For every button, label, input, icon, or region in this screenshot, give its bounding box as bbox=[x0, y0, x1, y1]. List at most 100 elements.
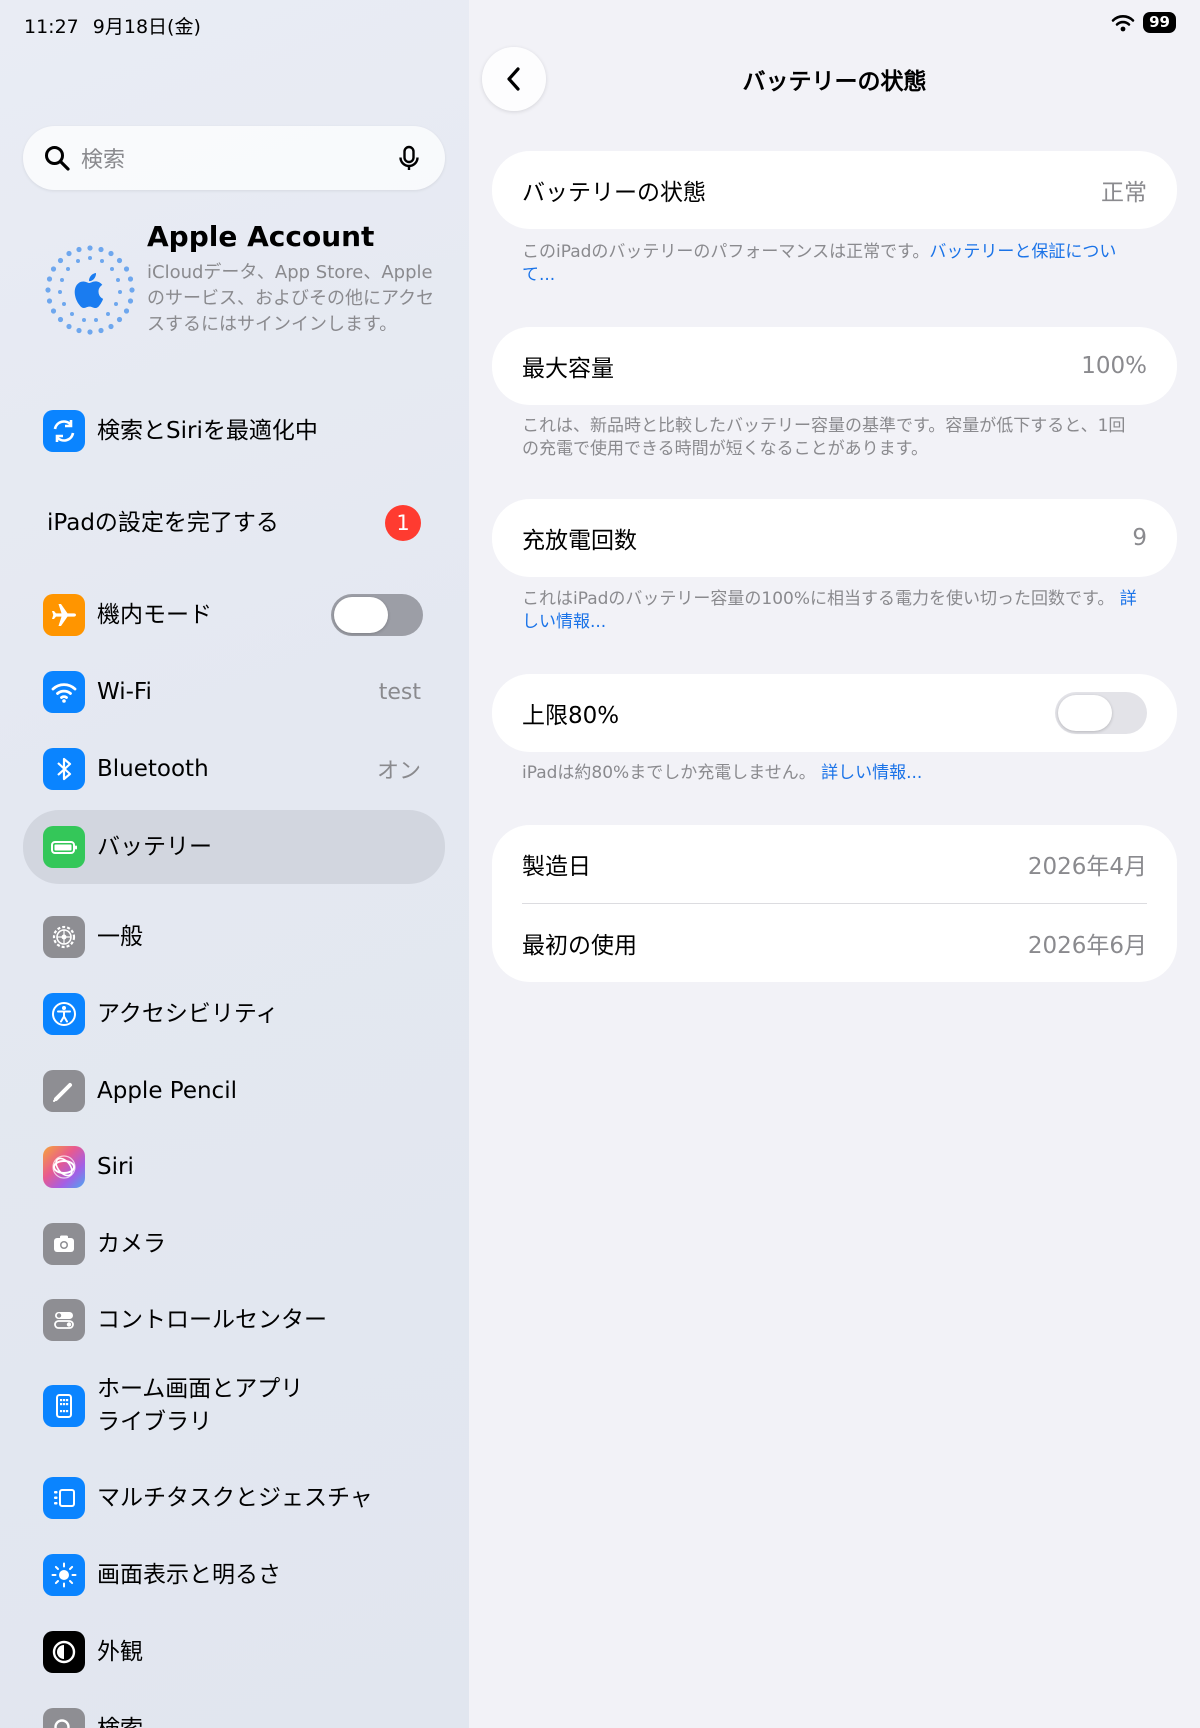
toggle-knob bbox=[334, 597, 388, 633]
charge-limit-label: 上限80% bbox=[522, 703, 620, 729]
sidebar-item-label-line1: ホーム画面とアプリ bbox=[97, 1376, 304, 1402]
max-capacity-card: 最大容量 100% bbox=[492, 327, 1177, 405]
appearance-icon bbox=[43, 1631, 85, 1673]
sidebar-item-label: Apple Pencil bbox=[97, 1078, 237, 1104]
microphone-icon[interactable] bbox=[395, 144, 423, 172]
pencil-icon bbox=[43, 1070, 85, 1112]
bluetooth-status-value: オン bbox=[376, 759, 421, 784]
control-center-icon bbox=[43, 1299, 85, 1341]
max-capacity-value: 100% bbox=[1081, 353, 1147, 379]
battery-health-footer: このiPadのバッテリーのパフォーマンスは正常です。バッテリーと保証について..… bbox=[522, 241, 1142, 287]
cycle-count-value: 9 bbox=[1132, 525, 1147, 551]
search-icon bbox=[43, 1708, 85, 1728]
sidebar-item-label: 一般 bbox=[97, 924, 143, 950]
sidebar-item-siri[interactable]: Siri bbox=[23, 1132, 445, 1202]
sidebar-item-display-brightness[interactable]: 画面表示と明るさ bbox=[23, 1540, 445, 1610]
sidebar-item-siri-optimize[interactable]: 検索とSiriを最適化中 bbox=[23, 396, 445, 466]
sidebar-item-label: バッテリー bbox=[97, 834, 212, 860]
charge-limit-toggle[interactable] bbox=[1055, 692, 1147, 734]
manufacture-date-label: 製造日 bbox=[522, 854, 591, 880]
battery-health-label: バッテリーの状態 bbox=[522, 180, 706, 206]
sidebar-item-label: 機内モード bbox=[97, 602, 212, 628]
gear-icon bbox=[43, 916, 85, 958]
notification-badge: 1 bbox=[385, 505, 421, 541]
charge-limit-learn-more-link[interactable]: 詳しい情報... bbox=[821, 763, 922, 783]
wifi-icon bbox=[1111, 14, 1135, 31]
sidebar-item-label: Bluetooth bbox=[97, 756, 209, 782]
brightness-icon bbox=[43, 1554, 85, 1596]
airplane-mode-toggle[interactable] bbox=[331, 594, 423, 636]
sidebar-item-label: Wi-Fi bbox=[97, 679, 152, 705]
sidebar-item-label: 外観 bbox=[97, 1639, 143, 1665]
sidebar-item-label: カメラ bbox=[97, 1231, 166, 1257]
sidebar-item-label: 検索とSiriを最適化中 bbox=[97, 418, 318, 444]
charge-limit-footer: iPadは約80%までしか充電しません。 詳しい情報... bbox=[522, 762, 1142, 785]
sidebar-item-multitasking[interactable]: マルチタスクとジェスチャ bbox=[23, 1463, 445, 1533]
search-bar[interactable]: 検索 bbox=[23, 126, 445, 190]
camera-icon bbox=[43, 1223, 85, 1265]
search-icon bbox=[45, 146, 70, 171]
max-capacity-label: 最大容量 bbox=[522, 356, 614, 382]
sidebar-item-bluetooth[interactable]: Bluetooth オン bbox=[23, 734, 445, 804]
accessibility-icon bbox=[43, 993, 85, 1035]
status-date: 9月18日(金) bbox=[92, 16, 201, 38]
search-input[interactable]: 検索 bbox=[81, 142, 395, 174]
cycle-count-footer-text: これはiPadのバッテリー容量の100%に相当する電力を使い切った回数です。 bbox=[522, 589, 1115, 609]
charge-limit-footer-text: iPadは約80%までしか充電しません。 bbox=[522, 763, 816, 783]
page-title: バッテリーの状態 bbox=[742, 69, 927, 95]
sidebar-item-search[interactable]: 検索 bbox=[23, 1694, 445, 1728]
battery-level: 99 bbox=[1143, 12, 1176, 33]
sidebar-item-battery[interactable]: バッテリー bbox=[23, 810, 445, 884]
status-time-date: 11:27 9月18日(金) bbox=[24, 12, 201, 39]
cycle-count-label: 充放電回数 bbox=[522, 528, 637, 554]
sidebar-item-label-line2: ライブラリ bbox=[97, 1409, 212, 1435]
manufacture-date-value: 2026年4月 bbox=[1027, 854, 1147, 880]
battery-health-card: バッテリーの状態 正常 bbox=[492, 151, 1177, 229]
first-use-value: 2026年6月 bbox=[1027, 933, 1147, 959]
status-time: 11:27 bbox=[24, 16, 79, 38]
battery-icon bbox=[43, 826, 85, 868]
multitasking-icon bbox=[43, 1477, 85, 1519]
sidebar-item-general[interactable]: 一般 bbox=[23, 902, 445, 972]
sidebar-item-airplane-mode[interactable]: 機内モード bbox=[23, 580, 445, 650]
max-capacity-row: 最大容量 100% bbox=[492, 327, 1177, 405]
sidebar-item-finish-setup[interactable]: iPadの設定を完了する 1 bbox=[23, 488, 445, 558]
account-name: Apple Account bbox=[147, 220, 375, 253]
sidebar-item-wifi[interactable]: Wi-Fi test bbox=[23, 657, 445, 727]
cycle-count-card: 充放電回数 9 bbox=[492, 499, 1177, 577]
cycle-count-footer: これはiPadのバッテリー容量の100%に相当する電力を使い切った回数です。 詳… bbox=[522, 588, 1142, 634]
apple-account-icon bbox=[45, 245, 135, 335]
sidebar-item-appearance[interactable]: 外観 bbox=[23, 1617, 445, 1687]
sidebar-item-label: Siri bbox=[97, 1154, 134, 1180]
sidebar-item-camera[interactable]: カメラ bbox=[23, 1209, 445, 1279]
sync-icon bbox=[43, 410, 85, 452]
sidebar-item-label: 画面表示と明るさ bbox=[97, 1562, 281, 1588]
sidebar-item-label: iPadの設定を完了する bbox=[47, 510, 279, 536]
status-indicators: 99 bbox=[1111, 12, 1176, 33]
battery-health-row: バッテリーの状態 正常 bbox=[492, 151, 1177, 229]
charge-limit-row: 上限80% bbox=[492, 674, 1177, 752]
battery-health-footer-text: このiPadのバッテリーのパフォーマンスは正常です。 bbox=[522, 242, 930, 262]
sidebar: 11:27 9月18日(金) 検索 Apple Account iCloudデー… bbox=[0, 0, 469, 1728]
toggle-knob bbox=[1058, 695, 1112, 731]
sidebar-item-accessibility[interactable]: アクセシビリティ bbox=[23, 979, 445, 1049]
airplane-icon bbox=[43, 594, 85, 636]
wifi-icon bbox=[43, 671, 85, 713]
sidebar-item-control-center[interactable]: コントロールセンター bbox=[23, 1285, 445, 1355]
wifi-network-value: test bbox=[378, 679, 421, 705]
charge-limit-card: 上限80% bbox=[492, 674, 1177, 752]
bluetooth-icon bbox=[43, 748, 85, 790]
sidebar-item-label: アクセシビリティ bbox=[97, 1001, 279, 1027]
battery-health-value: 正常 bbox=[1101, 180, 1147, 206]
apple-account[interactable]: Apple Account iCloudデータ、App Store、Appleの… bbox=[44, 220, 444, 370]
manufacture-date-row: 製造日 2026年4月 bbox=[492, 825, 1177, 903]
account-description: iCloudデータ、App Store、Appleのサービス、およびその他にアク… bbox=[147, 262, 435, 335]
sidebar-item-label: ホーム画面とアプリ ライブラリ bbox=[97, 1373, 445, 1439]
sidebar-item-label: マルチタスクとジェスチャ bbox=[97, 1485, 373, 1511]
detail-pane: 99 バッテリーの状態 バッテリーの状態 正常 このiPadのバッテリーのパフォ… bbox=[469, 0, 1200, 1728]
sidebar-item-label: 検索 bbox=[97, 1713, 445, 1728]
sidebar-item-apple-pencil[interactable]: Apple Pencil bbox=[23, 1056, 445, 1126]
home-screen-icon bbox=[43, 1385, 85, 1427]
sidebar-item-home-screen[interactable]: ホーム画面とアプリ ライブラリ bbox=[23, 1362, 445, 1450]
first-use-row: 最初の使用 2026年6月 bbox=[492, 904, 1177, 982]
